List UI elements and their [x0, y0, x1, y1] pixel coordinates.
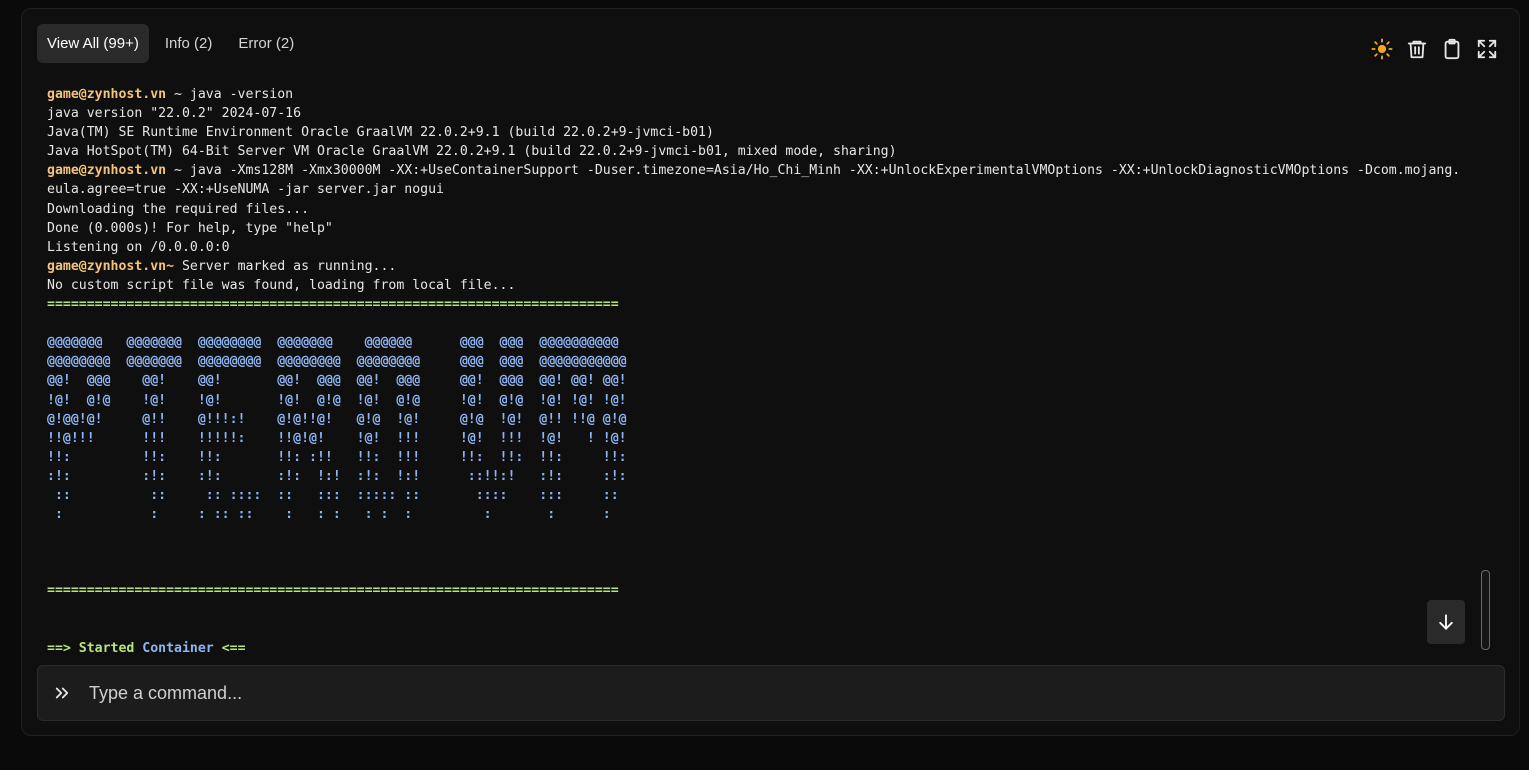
console-text: eula.agree=true -XX:+UseNUMA -jar server…	[47, 182, 444, 198]
tab-error[interactable]: Error (2)	[228, 24, 304, 63]
clipboard-icon[interactable]	[1440, 37, 1464, 61]
console-text: : : : :: :: : : : : : : : : :	[47, 507, 611, 523]
tab-view-all[interactable]: View All (99+)	[37, 24, 149, 63]
chevrons-right-icon	[53, 683, 73, 703]
sun-icon[interactable]	[1370, 37, 1394, 61]
console-text: Java(TM) SE Runtime Environment Oracle G…	[47, 125, 714, 141]
console-line: @@! @@@ @@! @@! @@! @@@ @@! @@@ @@! @@@ …	[47, 371, 1487, 390]
console-line: ==> Started Container <==	[47, 639, 1487, 655]
console-text: Listening on /0.0.0.0:0	[47, 239, 230, 255]
console-text: game@zynhost.vn	[47, 163, 167, 179]
console-text: ==> Started	[47, 640, 143, 655]
console-text: Container	[142, 640, 214, 655]
console-line: @@@@@@@@ @@@@@@@ @@@@@@@@ @@@@@@@@ @@@@@…	[47, 352, 1487, 371]
console-text: :!: :!: :!: :!: !:! :!: !:! ::!!:! :!: :…	[47, 468, 627, 484]
console-line: @@@@@@@ @@@@@@@ @@@@@@@@ @@@@@@@ @@@@@@ …	[47, 333, 1487, 352]
console-output: game@zynhost.vn ~ java -version java vers…	[47, 85, 1487, 655]
console-line: game@zynhost.vn ~ java -Xms128M -Xmx3000…	[47, 161, 1487, 180]
scroll-to-bottom-button[interactable]	[1427, 600, 1465, 644]
console-text: <==	[213, 640, 246, 655]
console-line: ========================================…	[47, 581, 1487, 600]
console-line: Java(TM) SE Runtime Environment Oracle G…	[47, 123, 1487, 142]
console-text: ========================================…	[47, 583, 619, 599]
console-line: game@zynhost.vn~ Server marked as runnin…	[47, 257, 1487, 276]
console-scrollbar[interactable]	[1481, 570, 1490, 650]
console-toolbar	[1370, 37, 1499, 61]
console-text: ========================================…	[47, 297, 619, 313]
console-text: :: :: :: :::: :: ::: ::::: :: :::: ::: :…	[47, 487, 619, 503]
console-text: No custom script file was found, loading…	[47, 277, 516, 293]
console-text: !!@!!! !!! !!!!!: !!@!@! !@! !!! !@! !!!…	[47, 430, 627, 446]
command-input[interactable]	[87, 672, 1504, 714]
console-text: game@zynhost.vn	[47, 87, 167, 102]
console-line: No custom script file was found, loading…	[47, 276, 1487, 295]
console-line: ========================================…	[47, 295, 1487, 314]
console-text: Java HotSpot(TM) 64-Bit Server VM Oracle…	[47, 144, 897, 160]
console-text: Server marked as running...	[174, 258, 397, 274]
console-line: Listening on /0.0.0.0:0	[47, 238, 1487, 257]
log-filter-tabs: View All (99+) Info (2) Error (2)	[37, 24, 304, 63]
console-text: ~ java -Xms128M -Xmx30000M -XX:+UseConta…	[166, 163, 1461, 179]
console-line: java version "22.0.2" 2024-07-16	[47, 104, 1487, 123]
console-line: Done (0.000s)! For help, type "help"	[47, 219, 1487, 238]
arrow-down-icon	[1439, 614, 1453, 630]
console-text: !!: !!: !!: !!: :!! !!: !!! !!: !!: !!: …	[47, 449, 627, 465]
console-text: ~ java -version	[166, 87, 294, 102]
console-line: Java HotSpot(TM) 64-Bit Server VM Oracle…	[47, 142, 1487, 161]
command-bar	[37, 665, 1505, 721]
console-text: @!@@!@! @!! @!!!:! @!@!!@! @!@ !@! @!@ !…	[47, 411, 627, 427]
trash-icon[interactable]	[1405, 37, 1429, 61]
console-line: game@zynhost.vn ~ java -version	[47, 85, 1487, 104]
console-text: @@@@@@@@ @@@@@@@ @@@@@@@@ @@@@@@@@ @@@@@…	[47, 354, 627, 370]
console-text: @@! @@@ @@! @@! @@! @@@ @@! @@@ @@! @@@ …	[47, 373, 627, 389]
console-line: :!: :!: :!: :!: !:! :!: !:! ::!!:! :!: :…	[47, 467, 1487, 486]
console-line: !!: !!: !!: !!: :!! !!: !!! !!: !!: !!: …	[47, 448, 1487, 467]
console-line: @!@@!@! @!! @!!!:! @!@!!@! @!@ !@! @!@ !…	[47, 410, 1487, 429]
console-panel: View All (99+) Info (2) Error (2) game@z…	[21, 8, 1520, 736]
console-text: game@zynhost.vn~	[47, 258, 175, 274]
console-line: !!@!!! !!! !!!!!: !!@!@! !@! !!! !@! !!!…	[47, 429, 1487, 448]
console-text: !@! @!@ !@! !@! !@! @!@ !@! @!@ !@! @!@ …	[47, 392, 627, 408]
console-text: @@@@@@@ @@@@@@@ @@@@@@@@ @@@@@@@ @@@@@@ …	[47, 335, 619, 351]
console-line: eula.agree=true -XX:+UseNUMA -jar server…	[47, 180, 1487, 199]
tab-info[interactable]: Info (2)	[155, 24, 223, 63]
console-line: :: :: :: :::: :: ::: ::::: :: :::: ::: :…	[47, 486, 1487, 505]
console-line: !@! @!@ !@! !@! !@! @!@ !@! @!@ !@! @!@ …	[47, 391, 1487, 410]
console-text: Downloading the required files...	[47, 201, 310, 217]
console-text: Done (0.000s)! For help, type "help"	[47, 220, 333, 236]
console-line: Downloading the required files...	[47, 200, 1487, 219]
console-text: java version "22.0.2" 2024-07-16	[47, 106, 302, 122]
console-line: : : : :: :: : : : : : : : : :	[47, 505, 1487, 524]
expand-icon[interactable]	[1475, 37, 1499, 61]
